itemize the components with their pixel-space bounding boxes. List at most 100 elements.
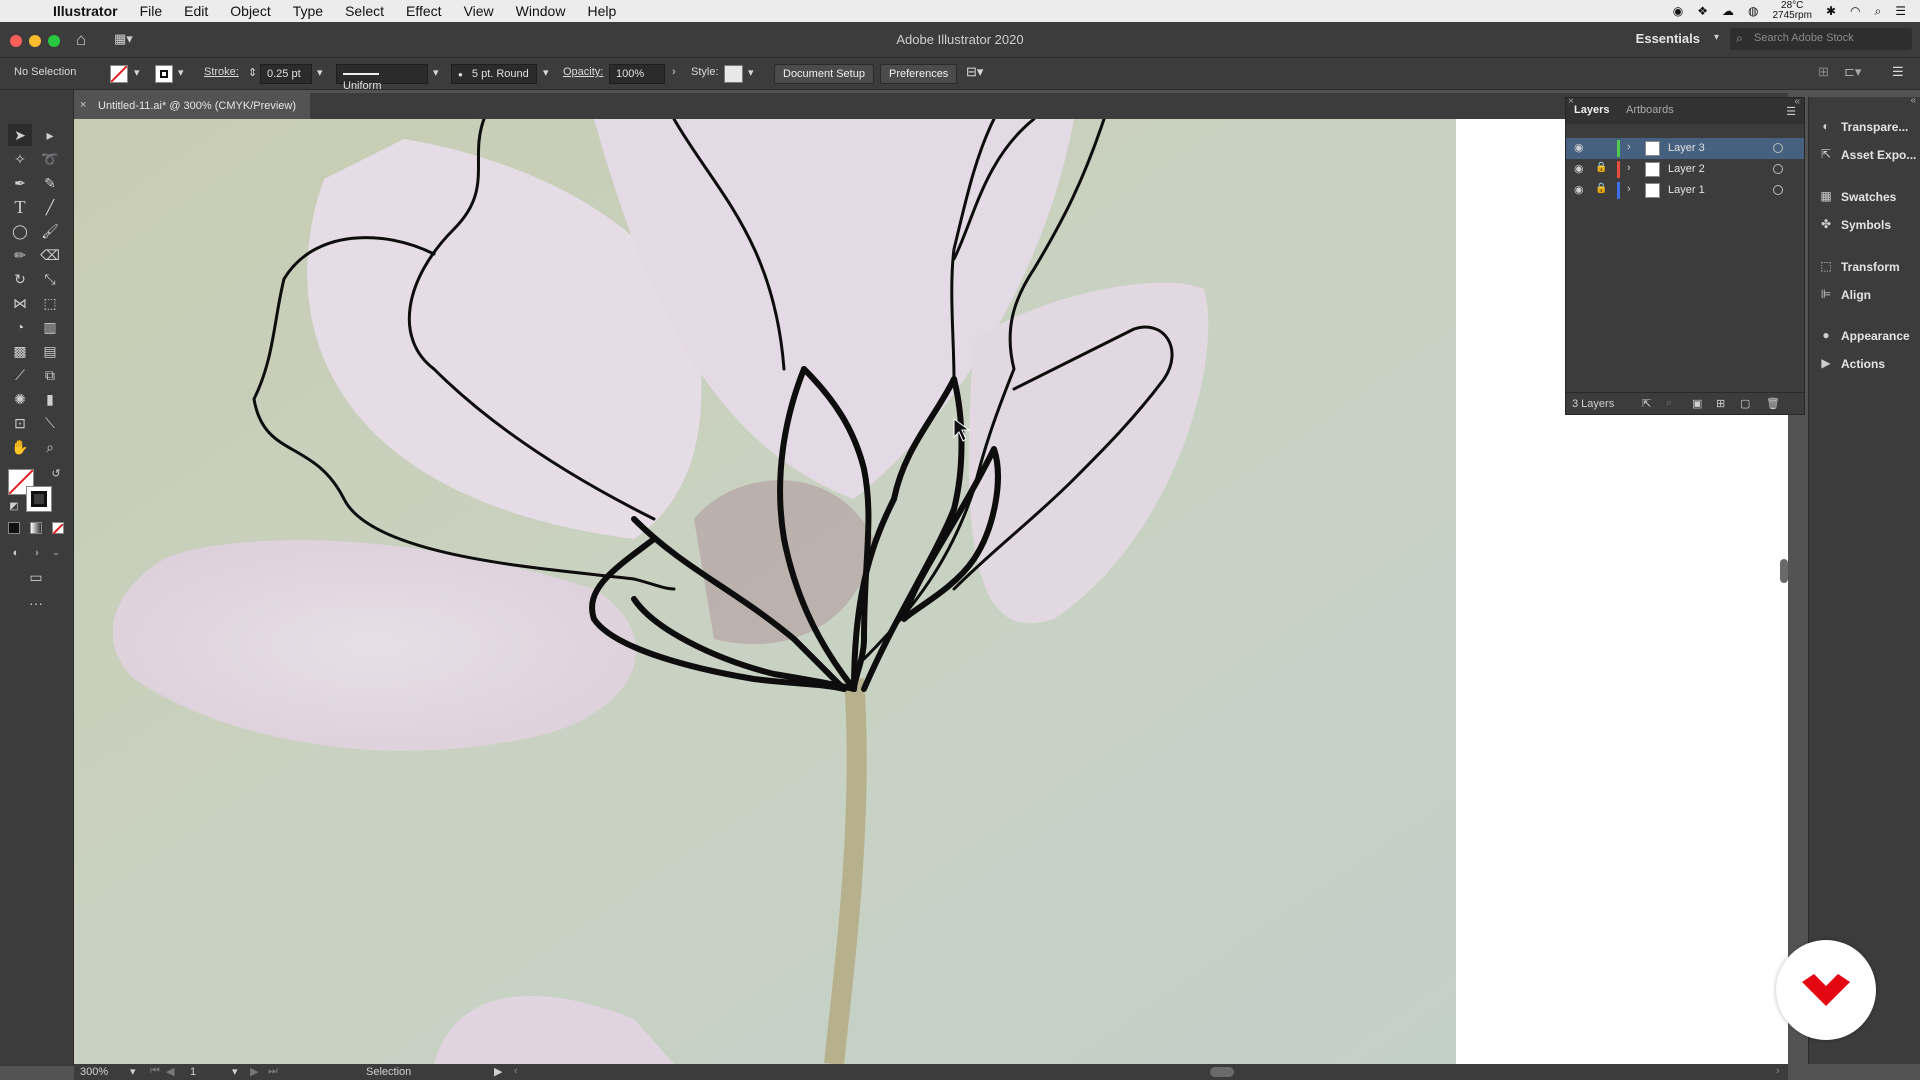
menu-effect[interactable]: Effect [406,3,442,19]
stroke-stepper-icon[interactable]: ⇕ [248,66,257,79]
gradient-mode-button[interactable] [30,522,42,534]
profile-dropdown-icon[interactable]: ▾ [433,66,439,79]
menu-file[interactable]: File [140,3,163,19]
adobe-stock-search-input[interactable]: ⌕ Search Adobe Stock [1730,28,1912,50]
dropbox-icon[interactable]: ❖ [1697,4,1708,18]
draw-inside-icon[interactable]: ◒ [44,542,68,564]
canvas-area[interactable] [74,119,1788,1064]
make-clipping-mask-icon[interactable]: ▣ [1692,397,1702,410]
scale-tool-icon[interactable]: ⤡ [38,268,62,290]
transform-options-icon[interactable]: ⊏▾ [1844,64,1861,80]
dock-transform[interactable]: ⬚ Transform [1809,256,1920,280]
lock-icon[interactable]: 🔒 [1595,183,1607,194]
delete-layer-icon[interactable]: 🗑 [1766,397,1780,410]
graphic-style-swatch[interactable] [724,65,743,83]
style-dropdown-icon[interactable]: ▾ [748,66,754,79]
dock-transparency[interactable]: ◐ Transpare... [1809,116,1920,140]
fill-dropdown-icon[interactable]: ▾ [134,66,140,79]
layer-row-3[interactable]: ◉ › Layer 3 [1566,138,1804,159]
chevron-down-icon[interactable]: ▾ [1714,32,1719,43]
perspective-grid-tool-icon[interactable]: ▥ [38,316,62,338]
preferences-button[interactable]: Preferences [880,64,958,84]
spotlight-search-icon[interactable]: ⌕ [1875,4,1882,19]
magic-wand-tool-icon[interactable]: ✧ [8,148,32,170]
dock-swatches[interactable]: ▦ Swatches [1809,186,1920,210]
expand-chevron-icon[interactable]: › [1627,162,1631,174]
selection-tool-icon[interactable]: ➤ [8,124,32,146]
opacity-chevron-right-icon[interactable]: › [672,66,676,78]
stroke-swatch-dropdown-icon[interactable]: ▾ [178,66,184,79]
brush-definition-select[interactable]: ● 5 pt. Round [451,64,537,84]
next-artboard-icon[interactable]: ▶ [250,1065,258,1078]
line-segment-tool-icon[interactable]: ╱ [38,196,62,218]
expand-chevron-icon[interactable]: › [1627,141,1631,153]
workspace-switcher[interactable]: Essentials [1636,31,1700,46]
menu-help[interactable]: Help [587,3,616,19]
zoom-tool-icon[interactable]: ⌕ [38,436,62,458]
stroke-color-box[interactable] [26,486,52,512]
locate-object-icon[interactable]: ⌕ [1666,397,1672,410]
layer-row-1[interactable]: ◉ 🔒 › Layer 1 [1566,180,1804,201]
brush-dropdown-icon[interactable]: ▾ [543,66,549,79]
scroll-right-icon[interactable]: › [1776,1065,1780,1077]
menu-select[interactable]: Select [345,3,384,19]
edit-toolbar-icon[interactable]: ··· [24,592,48,614]
eraser-tool-icon[interactable]: ⌫ [38,244,62,266]
close-icon[interactable]: × [80,99,86,111]
menu-app-name[interactable]: Illustrator [53,3,118,19]
dock-actions[interactable]: ▶ Actions [1809,353,1920,377]
document-setup-button[interactable]: Document Setup [774,64,874,84]
tab-artboards[interactable]: Artboards [1626,104,1674,116]
hand-tool-icon[interactable]: ✋ [8,436,32,458]
record-icon[interactable]: ◉ [1673,4,1683,18]
control-bar-menu-icon[interactable]: ☰ [1892,64,1904,80]
none-mode-button[interactable] [52,522,64,535]
stroke-weight-input[interactable]: 0.25 pt [260,64,312,84]
zoom-dropdown-icon[interactable]: ▾ [130,1065,136,1078]
swap-fill-stroke-icon[interactable]: ↺ [44,463,68,485]
menu-object[interactable]: Object [230,3,270,19]
menu-view[interactable]: View [464,3,494,19]
eyedropper-tool-icon[interactable]: ⟋ [8,364,32,386]
rotate-tool-icon[interactable]: ↻ [8,268,32,290]
blend-tool-icon[interactable]: ⧉ [38,364,62,386]
collect-for-export-icon[interactable]: ⇱ [1642,397,1651,410]
visibility-eye-icon[interactable]: ◉ [1574,141,1584,154]
stroke-swatch[interactable] [155,65,173,83]
dock-symbols[interactable]: ✤ Symbols [1809,214,1920,238]
zoom-level-input[interactable]: 300% [80,1066,108,1078]
tab-layers[interactable]: Layers [1574,104,1609,116]
artboard-dropdown-icon[interactable]: ▾ [232,1065,238,1078]
lock-icon[interactable]: 🔒 [1595,162,1607,173]
column-graph-tool-icon[interactable]: ▮ [38,388,62,410]
artboard-tool-icon[interactable]: ⊡ [8,412,32,434]
curvature-tool-icon[interactable]: ✎ [38,172,62,194]
create-sublayer-icon[interactable]: ⊞ [1716,397,1725,410]
arrange-panel-icon[interactable]: ⊟▾ [966,64,983,80]
panel-menu-icon[interactable]: ☰ [1786,105,1796,118]
lasso-tool-icon[interactable]: ➰ [38,148,62,170]
layer-row-2[interactable]: ◉ 🔒 › Layer 2 [1566,159,1804,180]
screen-mode-icon[interactable]: ▭ [24,566,48,588]
menu-type[interactable]: Type [293,3,323,19]
variable-width-profile-select[interactable]: Uniform [336,64,428,92]
fill-swatch[interactable] [110,65,128,83]
pen-tool-icon[interactable]: ✒ [8,172,32,194]
system-monitor[interactable]: 28°C 2745rpm [1772,1,1811,21]
visibility-eye-icon[interactable]: ◉ [1574,162,1584,175]
symbol-sprayer-tool-icon[interactable]: ✺ [8,388,32,410]
mesh-tool-icon[interactable]: ▩ [8,340,32,362]
width-tool-icon[interactable]: ⋈ [8,292,32,314]
expand-chevron-icon[interactable]: › [1627,183,1631,195]
previous-artboard-icon[interactable]: ◀ [166,1065,174,1078]
direct-selection-tool-icon[interactable]: ▸ [38,124,62,146]
menu-edit[interactable]: Edit [184,3,208,19]
free-transform-tool-icon[interactable]: ⬚ [38,292,62,314]
dock-collapse-icon[interactable]: « [1910,95,1916,106]
layer-name[interactable]: Layer 2 [1668,163,1705,175]
visibility-eye-icon[interactable]: ◉ [1574,183,1584,196]
paintbrush-tool-icon[interactable]: 🖌 [38,220,62,242]
scroll-left-icon[interactable]: ‹ [514,1065,518,1077]
document-tab[interactable]: × Untitled-11.ai* @ 300% (CMYK/Preview) [74,93,310,119]
panel-close-icon[interactable]: × [1568,96,1574,107]
